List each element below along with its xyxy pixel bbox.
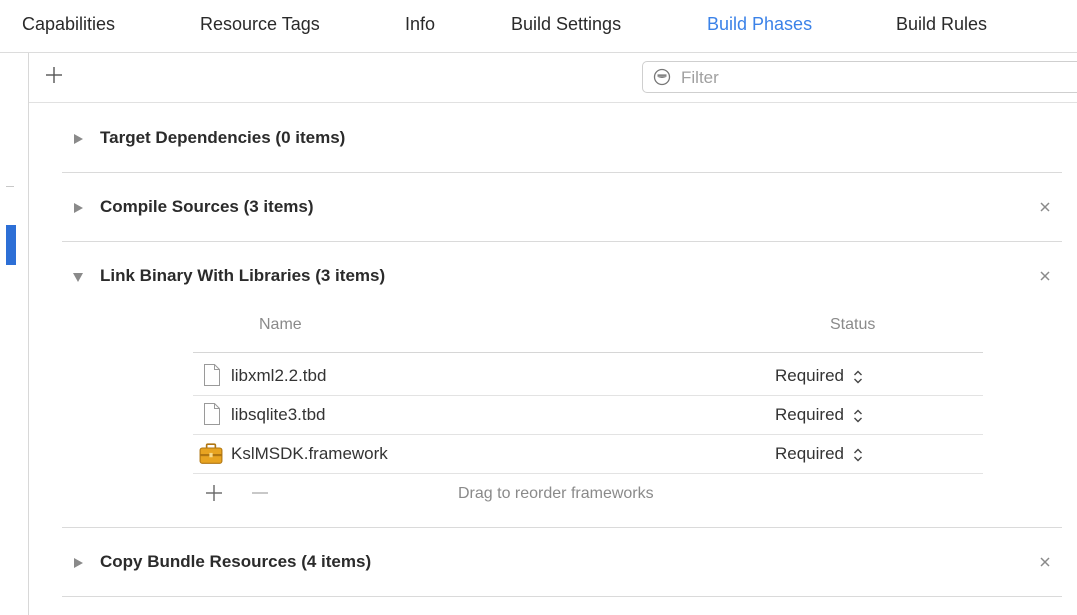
close-icon[interactable]: [1037, 554, 1053, 570]
remove-library-minus-icon[interactable]: [249, 482, 271, 504]
table-footer: Drag to reorder frameworks: [193, 474, 983, 514]
column-header-status[interactable]: Status: [830, 316, 875, 334]
library-name: KslMSDK.framework: [231, 444, 388, 463]
table-row[interactable]: KslMSDK.framework Required: [193, 435, 983, 474]
status-popup[interactable]: Required: [775, 405, 863, 425]
status-value: Required: [775, 444, 844, 463]
selected-target-indicator[interactable]: [6, 225, 16, 265]
phase-copy-bundle-resources: Copy Bundle Resources (4 items): [62, 528, 1062, 597]
phase-compile-sources: Compile Sources (3 items): [62, 173, 1062, 242]
phase-header-copy-bundle-resources[interactable]: Copy Bundle Resources (4 items): [62, 528, 1062, 596]
close-icon[interactable]: [1037, 268, 1053, 284]
tab-info[interactable]: Info: [405, 14, 435, 35]
status-popup[interactable]: Required: [775, 444, 863, 464]
column-header-name[interactable]: Name: [259, 316, 302, 334]
drag-reorder-hint: Drag to reorder frameworks: [458, 485, 654, 502]
tab-build-settings[interactable]: Build Settings: [511, 14, 621, 35]
tab-resource-tags[interactable]: Resource Tags: [200, 14, 320, 35]
build-phases-editor: Capabilities Resource Tags Info Build Se…: [0, 0, 1077, 615]
library-name: libxml2.2.tbd: [231, 366, 327, 385]
target-list-strip: [0, 53, 29, 615]
add-library-plus-icon[interactable]: [203, 482, 225, 504]
filter-icon: [653, 68, 671, 86]
disclosure-triangle-collapsed-icon[interactable]: [72, 202, 84, 214]
editor-tab-bar: Capabilities Resource Tags Info Build Se…: [0, 0, 1077, 53]
up-down-chevron-icon: [853, 370, 862, 384]
add-build-phase-button[interactable]: [41, 62, 67, 88]
disclosure-triangle-expanded-icon[interactable]: [72, 271, 84, 283]
phase-title: Compile Sources (3 items): [100, 197, 314, 216]
document-icon: [204, 364, 220, 386]
up-down-chevron-icon: [853, 448, 862, 462]
framework-toolbox-icon: [199, 443, 223, 464]
phase-target-dependencies: Target Dependencies (0 items): [62, 104, 1062, 173]
close-icon[interactable]: [1037, 199, 1053, 215]
document-icon: [204, 403, 220, 425]
tab-build-rules[interactable]: Build Rules: [896, 14, 987, 35]
table-header-divider: [193, 352, 983, 353]
status-value: Required: [775, 405, 844, 424]
library-name: libsqlite3.tbd: [231, 405, 326, 424]
plus-icon: [46, 67, 62, 83]
phase-title: Copy Bundle Resources (4 items): [100, 552, 372, 571]
phase-title: Target Dependencies (0 items): [100, 128, 346, 147]
table-row[interactable]: libsqlite3.tbd Required: [193, 396, 983, 435]
tab-build-phases[interactable]: Build Phases: [707, 14, 812, 35]
filter-input[interactable]: [679, 65, 1063, 91]
disclosure-triangle-collapsed-icon[interactable]: [72, 133, 84, 145]
phase-header-compile-sources[interactable]: Compile Sources (3 items): [62, 173, 1062, 241]
status-value: Required: [775, 366, 844, 385]
up-down-chevron-icon: [853, 409, 862, 423]
table-row[interactable]: libxml2.2.tbd Required: [193, 357, 983, 396]
phase-title: Link Binary With Libraries (3 items): [100, 266, 386, 285]
phase-header-link-binary[interactable]: Link Binary With Libraries (3 items): [62, 242, 1062, 310]
phases-toolbar: [29, 53, 1077, 103]
status-popup[interactable]: Required: [775, 366, 863, 386]
target-list-divider: [6, 186, 14, 187]
filter-field[interactable]: [642, 61, 1077, 93]
phase-header-target-dependencies[interactable]: Target Dependencies (0 items): [62, 104, 1062, 172]
disclosure-triangle-collapsed-icon[interactable]: [72, 557, 84, 569]
tab-capabilities[interactable]: Capabilities: [22, 14, 115, 35]
